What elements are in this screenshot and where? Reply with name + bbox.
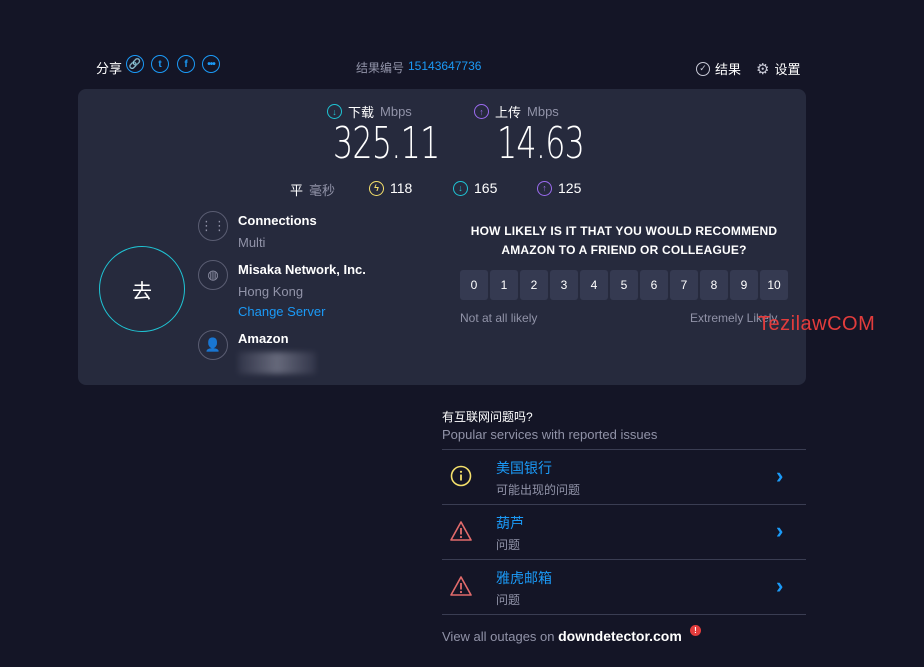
user-icon: 👤 bbox=[198, 330, 228, 360]
footer-prefix: View all outages on bbox=[442, 629, 559, 644]
rating-button-0[interactable]: 0 bbox=[460, 270, 488, 300]
chevron-right-icon[interactable]: › bbox=[776, 573, 783, 599]
server-location: Hong Kong bbox=[238, 284, 304, 299]
rating-button-6[interactable]: 6 bbox=[640, 270, 668, 300]
ping-unit: 毫秒 bbox=[309, 183, 336, 198]
change-server-link[interactable]: Change Server bbox=[238, 304, 325, 319]
upload-unit: Mbps bbox=[527, 104, 559, 119]
share-label: 分享 bbox=[96, 61, 123, 76]
ping-upload-icon: ↑ bbox=[537, 180, 552, 196]
ping-upload-value: 125 bbox=[558, 180, 582, 196]
rating-low-label: Not at all likely bbox=[460, 311, 538, 325]
service-name[interactable]: 美国银行 bbox=[496, 458, 552, 478]
download-arrow-icon: ↓ bbox=[327, 104, 342, 119]
watermark: TezilawCOM bbox=[758, 313, 876, 335]
rating-button-2[interactable]: 2 bbox=[520, 270, 548, 300]
outages-heading: 有互联网问题吗? bbox=[442, 410, 533, 424]
upload-arrow-icon: ↑ bbox=[474, 104, 489, 119]
divider bbox=[442, 559, 806, 560]
ping-upload: ↑ 125 bbox=[537, 180, 581, 196]
rating-button-9[interactable]: 9 bbox=[730, 270, 758, 300]
service-status: 可能出现的问题 bbox=[496, 483, 581, 497]
download-speed: 325.11 bbox=[333, 118, 440, 169]
download-unit: Mbps bbox=[380, 104, 412, 119]
ping-label: 平 bbox=[290, 183, 304, 198]
results-label: 结果 bbox=[715, 62, 742, 77]
connections-value: Multi bbox=[238, 235, 266, 250]
result-id-label: 结果编号 bbox=[356, 61, 405, 75]
ping-download-icon: ↓ bbox=[453, 180, 468, 196]
downdetector-logo-icon: ! bbox=[690, 625, 701, 636]
go-button[interactable]: 去 bbox=[99, 246, 185, 332]
ping-idle-icon: ϟ bbox=[369, 180, 384, 196]
rating-button-10[interactable]: 10 bbox=[760, 270, 788, 300]
downdetector-footer[interactable]: View all outages on downdetector.com bbox=[442, 628, 682, 644]
upload-speed: 14.63 bbox=[497, 118, 585, 169]
host-name: Amazon bbox=[238, 331, 289, 346]
survey-question: HOW LIKELY IS IT THAT YOU WOULD RECOMMEN… bbox=[470, 224, 778, 257]
chevron-right-icon[interactable]: › bbox=[776, 518, 783, 544]
warning-icon bbox=[450, 521, 472, 541]
info-icon bbox=[450, 465, 472, 487]
settings-label: 设置 bbox=[774, 62, 801, 77]
result-id-link[interactable]: 15143647736 bbox=[408, 59, 481, 73]
facebook-icon[interactable]: f bbox=[177, 55, 195, 73]
more-icon[interactable]: ••• bbox=[202, 55, 220, 73]
settings-button[interactable]: ⚙ 设置 bbox=[756, 59, 800, 78]
results-button[interactable]: ✓ 结果 bbox=[696, 59, 741, 78]
rating-button-7[interactable]: 7 bbox=[670, 270, 698, 300]
ping-idle-value: 118 bbox=[390, 180, 413, 196]
rating-button-8[interactable]: 8 bbox=[700, 270, 728, 300]
rating-scale: 0 1 2 3 4 5 6 7 8 9 10 bbox=[460, 270, 788, 300]
gear-icon: ⚙ bbox=[756, 60, 770, 78]
redacted-ip bbox=[238, 352, 316, 374]
outages-subheading: Popular services with reported issues bbox=[442, 427, 658, 442]
globe-icon: ◍ bbox=[198, 260, 228, 290]
service-name[interactable]: 葫芦 bbox=[496, 513, 524, 533]
chevron-right-icon[interactable]: › bbox=[776, 463, 783, 489]
service-status: 问题 bbox=[496, 593, 521, 607]
rating-button-3[interactable]: 3 bbox=[550, 270, 578, 300]
ping-idle: ϟ 118 bbox=[369, 180, 412, 196]
rating-button-1[interactable]: 1 bbox=[490, 270, 518, 300]
downdetector-link[interactable]: downdetector.com bbox=[558, 628, 682, 644]
link-icon[interactable]: 🔗 bbox=[126, 55, 144, 73]
divider bbox=[442, 504, 806, 505]
rating-button-5[interactable]: 5 bbox=[610, 270, 638, 300]
ping-label-group: 平 毫秒 bbox=[290, 180, 335, 199]
connections-title: Connections bbox=[238, 213, 317, 228]
warning-icon bbox=[450, 576, 472, 596]
isp-name: Misaka Network, Inc. bbox=[238, 262, 366, 277]
ping-download: ↓ 165 bbox=[453, 180, 497, 196]
service-status: 问题 bbox=[496, 538, 521, 552]
check-icon: ✓ bbox=[696, 61, 710, 76]
ping-download-value: 165 bbox=[474, 180, 498, 196]
service-name[interactable]: 雅虎邮箱 bbox=[496, 568, 552, 588]
rating-button-4[interactable]: 4 bbox=[580, 270, 608, 300]
twitter-icon[interactable]: t bbox=[151, 55, 169, 73]
divider bbox=[442, 614, 806, 615]
connections-icon: ⋮⋮ bbox=[198, 211, 228, 241]
